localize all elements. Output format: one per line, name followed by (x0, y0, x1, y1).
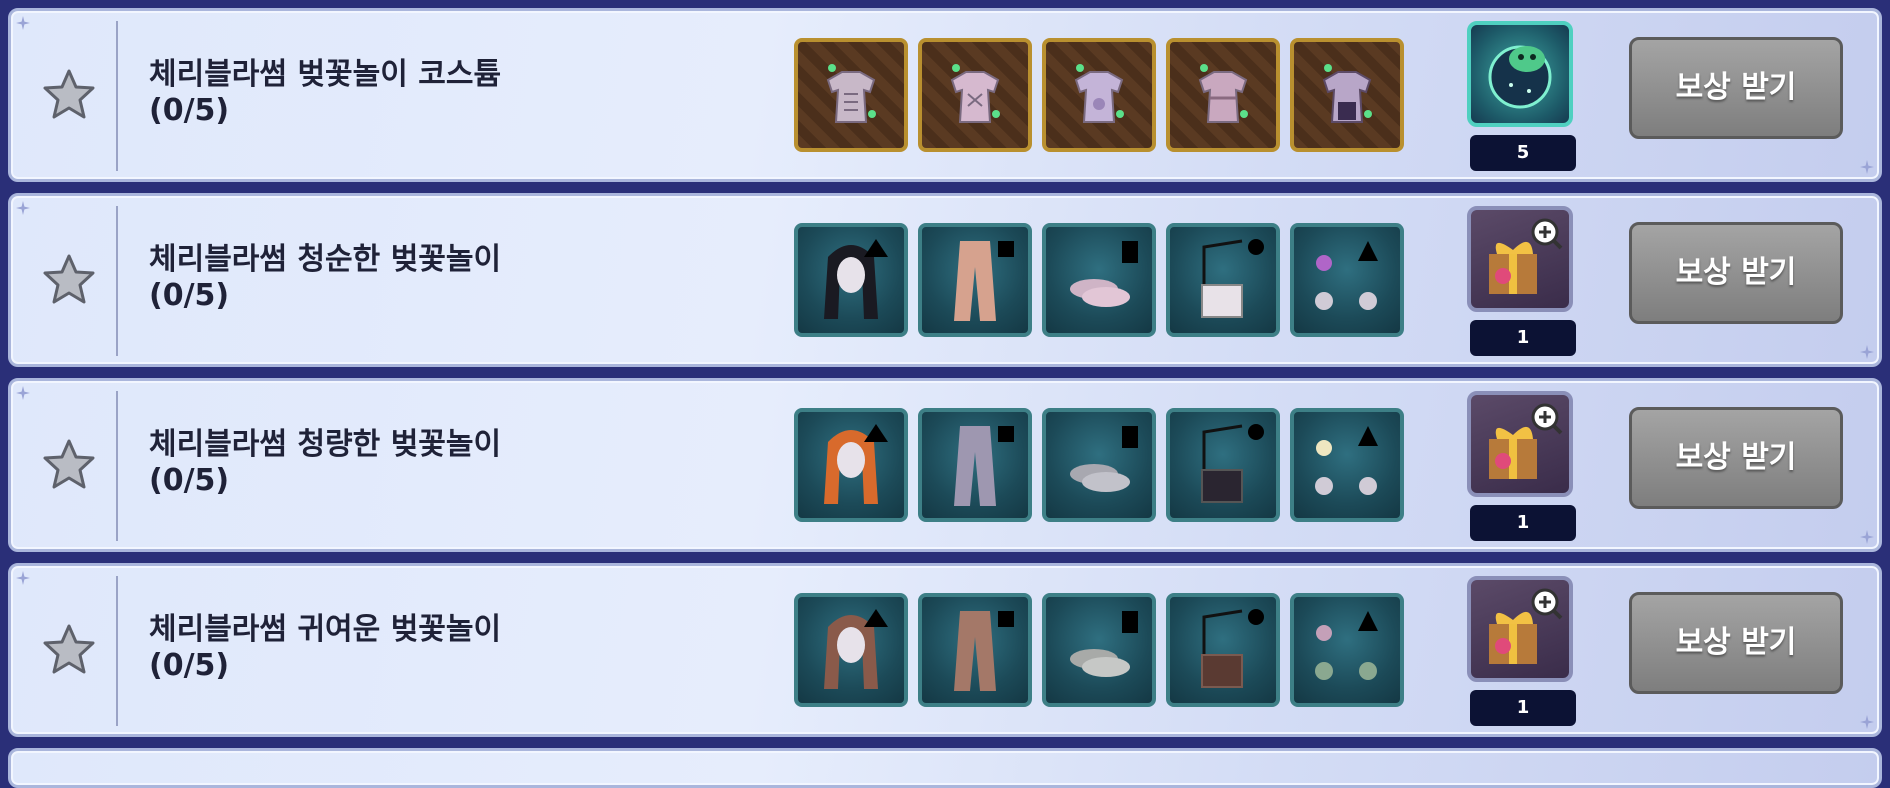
black-bag-icon[interactable] (1166, 408, 1280, 522)
white-bag-icon[interactable] (1166, 223, 1280, 337)
sparkle-icon (16, 201, 30, 215)
star-icon[interactable] (41, 437, 97, 493)
row-divider (116, 206, 118, 356)
star-icon[interactable] (41, 67, 97, 123)
gray-pants-icon[interactable] (918, 408, 1032, 522)
gift-box-magnifier-icon[interactable] (1467, 206, 1573, 312)
black-hair-icon[interactable] (794, 223, 908, 337)
list-item: 체리블라썸 귀여운 벚꽃놀이 (0/5) 1 보상 받기 (8, 563, 1882, 737)
set-title: 체리블라썸 벚꽃놀이 코스튬 (149, 57, 502, 92)
list-item: 체리블라썸 벚꽃놀이 코스튬 (0/5) 5 보상 받기 (8, 8, 1882, 182)
set-info: 체리블라썸 청순한 벚꽃놀이 (0/5) (149, 242, 749, 314)
set-info: 체리블라썸 벚꽃놀이 코스튬 (0/5) (149, 57, 749, 129)
flower-earrings-icon[interactable] (1290, 408, 1404, 522)
set-progress: (0/5) (149, 648, 230, 683)
reward-list: 체리블라썸 벚꽃놀이 코스튬 (0/5) 5 보상 받기 체리블라썸 청순한 벚… (0, 0, 1890, 788)
sparkle-icon (1860, 345, 1874, 359)
star-icon[interactable] (41, 252, 97, 308)
gift-box-magnifier-icon[interactable] (1467, 576, 1573, 682)
star-icon[interactable] (41, 622, 97, 678)
reward-count: 1 (1470, 690, 1576, 726)
row-divider (116, 391, 118, 541)
set-progress: (0/5) (149, 463, 230, 498)
claim-reward-button[interactable]: 보상 받기 (1629, 407, 1843, 509)
sparkle-icon (1860, 160, 1874, 174)
row-divider (116, 576, 118, 726)
list-item: 체리블라썸 청량한 벚꽃놀이 (0/5) 1 보상 받기 (8, 378, 1882, 552)
set-title: 체리블라썸 청량한 벚꽃놀이 (149, 427, 502, 462)
set-progress: (0/5) (149, 278, 230, 313)
pink-shoes-icon[interactable] (1042, 223, 1156, 337)
list-item: 체리블라썸 청순한 벚꽃놀이 (0/5) 1 보상 받기 (8, 193, 1882, 367)
sparkle-icon (16, 386, 30, 400)
orange-hair-icon[interactable] (794, 408, 908, 522)
claim-reward-button[interactable]: 보상 받기 (1629, 592, 1843, 694)
sparkle-icon (1860, 715, 1874, 729)
costume-top-icon[interactable] (1042, 38, 1156, 152)
set-info: 체리블라썸 귀여운 벚꽃놀이 (0/5) (149, 612, 749, 684)
reward-count: 1 (1470, 505, 1576, 541)
costume-top-icon[interactable] (794, 38, 908, 152)
sparkle-icon (16, 571, 30, 585)
sparkle-icon (16, 16, 30, 30)
flower-earrings-icon[interactable] (1290, 593, 1404, 707)
costume-top-icon[interactable] (918, 38, 1032, 152)
brown-hair-icon[interactable] (794, 593, 908, 707)
reward-count: 5 (1470, 135, 1576, 171)
reward-item-icon[interactable] (1467, 21, 1573, 127)
brown-bag-icon[interactable] (1166, 593, 1280, 707)
brown-pants-icon[interactable] (918, 593, 1032, 707)
gift-box-magnifier-icon[interactable] (1467, 391, 1573, 497)
costume-top-icon[interactable] (1166, 38, 1280, 152)
costume-top-icon[interactable] (1290, 38, 1404, 152)
set-title: 체리블라썸 청순한 벚꽃놀이 (149, 242, 502, 277)
flower-earrings-icon[interactable] (1290, 223, 1404, 337)
gray-shoes-icon[interactable] (1042, 593, 1156, 707)
claim-reward-button[interactable]: 보상 받기 (1629, 37, 1843, 139)
row-divider (116, 21, 118, 171)
pink-pants-icon[interactable] (918, 223, 1032, 337)
set-progress: (0/5) (149, 93, 230, 128)
set-info: 체리블라썸 청량한 벚꽃놀이 (0/5) (149, 427, 749, 499)
list-item-partial (8, 748, 1882, 788)
claim-reward-button[interactable]: 보상 받기 (1629, 222, 1843, 324)
sparkle-icon (1860, 530, 1874, 544)
reward-count: 1 (1470, 320, 1576, 356)
set-title: 체리블라썸 귀여운 벚꽃놀이 (149, 612, 502, 647)
gray-shoes-icon[interactable] (1042, 408, 1156, 522)
